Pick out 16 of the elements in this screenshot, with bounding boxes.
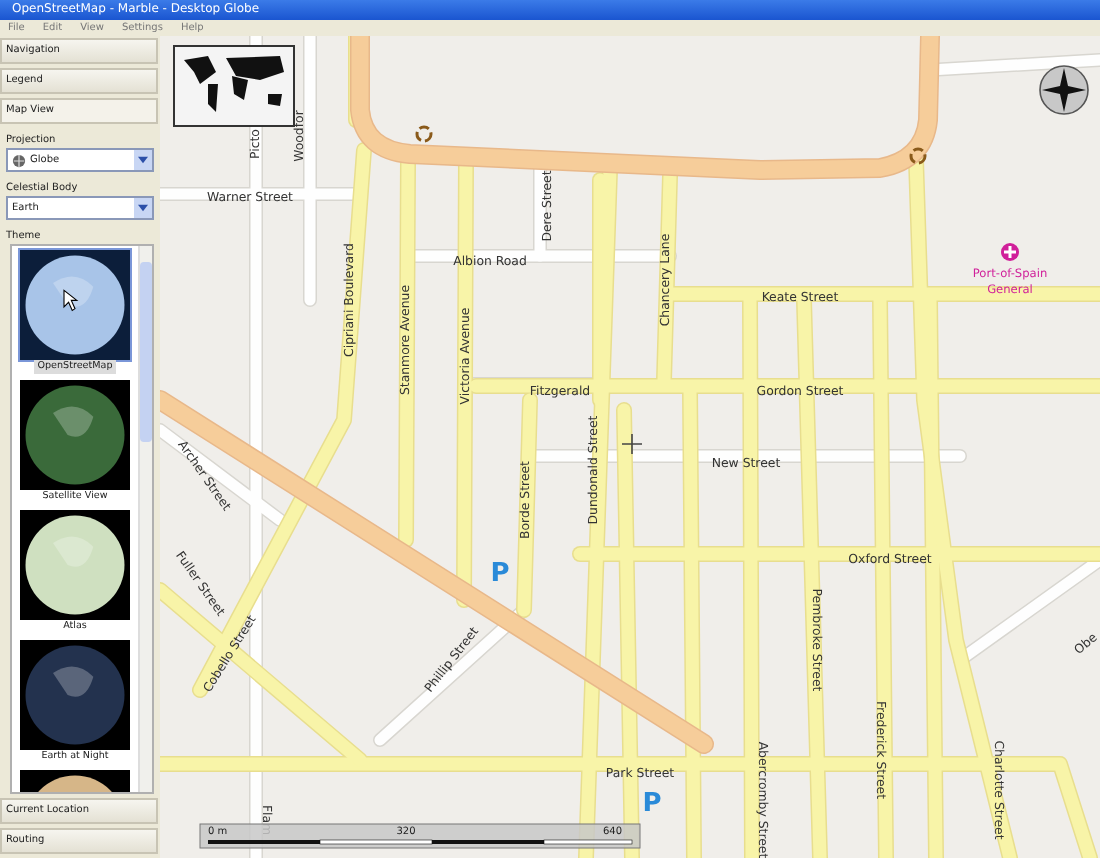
crosshair-icon: [621, 433, 643, 455]
globe-icon: [12, 153, 26, 167]
scrollbar[interactable]: [138, 246, 152, 792]
dropdown-arrow-icon: [134, 198, 152, 218]
dropdown-arrow-icon: [134, 150, 152, 170]
compass-icon[interactable]: [1039, 65, 1089, 115]
recycling-icon: [909, 147, 927, 165]
map-label: P: [490, 559, 510, 590]
globe-thumbnail: [20, 380, 130, 490]
globe-thumbnail: [20, 640, 130, 750]
hospital-icon: [1001, 243, 1019, 261]
recycling-icon: [415, 125, 433, 143]
overview-map[interactable]: [173, 45, 295, 127]
map-label: P: [642, 789, 662, 820]
globe-thumbnail: [20, 510, 130, 620]
globe-thumbnail: [20, 250, 130, 360]
